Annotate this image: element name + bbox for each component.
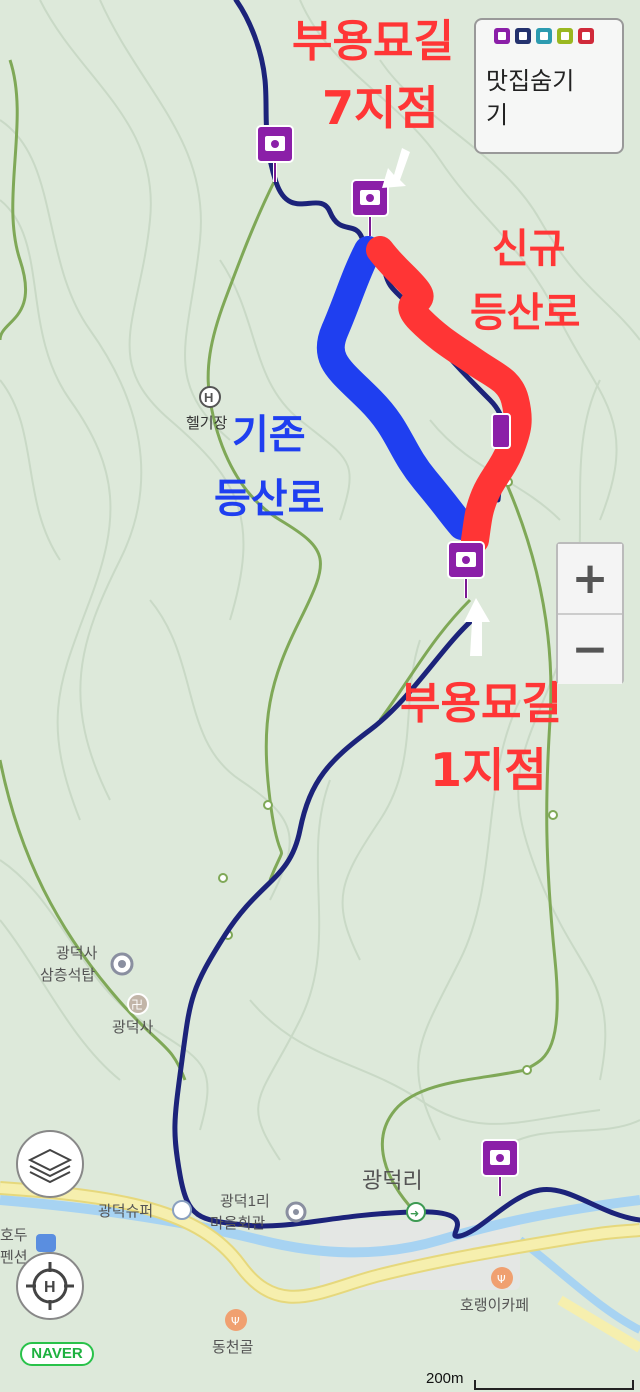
heliport-label: 헬기장 (186, 415, 228, 432)
crosshair-icon: H (26, 1262, 74, 1310)
trail-map[interactable]: 부용묘길 7지점 신규 등산로 부용묘길 1지점 기존 등산로 H 헬기장 광덕… (0, 0, 640, 1392)
legend-video-icon (515, 28, 531, 44)
map-legend: 맛집숨기 기 (474, 18, 624, 154)
naver-logo: NAVER (20, 1342, 94, 1366)
legend-note-icon (557, 28, 573, 44)
point7-label-line2: 7지점 (322, 81, 439, 135)
camera-marker-mid[interactable] (491, 413, 511, 449)
svg-text:H: H (204, 390, 213, 405)
legend-camera-icon (494, 28, 510, 44)
village-label: 광덕리 (362, 1168, 423, 1193)
bus-stop-poi[interactable]: ➜ (406, 1202, 426, 1222)
scale-label: 200m (426, 1370, 464, 1387)
layers-button[interactable] (16, 1130, 84, 1198)
legend-icon-row (494, 28, 594, 44)
old-trail-label-line2: 등산로 (214, 476, 324, 522)
svg-text:H: H (44, 1279, 56, 1296)
svg-text:Ψ: Ψ (497, 1273, 506, 1286)
pagoda-label-line1: 광덕사 (56, 945, 98, 962)
cafe-label: 호랭이카페 (460, 1297, 529, 1314)
svg-text:Ψ: Ψ (231, 1315, 240, 1328)
my-location-button[interactable]: H (16, 1252, 84, 1320)
layers-icon (27, 1148, 73, 1184)
legend-text: 맛집숨기 기 (486, 64, 616, 132)
zoom-out-button[interactable]: − (558, 615, 622, 684)
legend-text-line1: 맛집숨기 (486, 67, 575, 95)
hall-label-line2: 마을회관 (210, 1215, 265, 1232)
point1-label-line1: 부용묘길 (400, 678, 562, 729)
pension-label-line1: 호두 (0, 1227, 28, 1244)
legend-flag-icon (578, 28, 594, 44)
hall-label-line1: 광덕1리 (220, 1193, 270, 1210)
legend-text-line2: 기 (486, 101, 509, 129)
zoom-in-button[interactable]: + (558, 544, 622, 613)
pagoda-label-line2: 삼층석탑 (40, 967, 95, 984)
old-trail-label-line1: 기존 (232, 412, 306, 458)
new-trail-label-line2: 등산로 (470, 290, 580, 336)
scale-bar (474, 1380, 634, 1390)
svg-text:卍: 卍 (131, 998, 143, 1012)
store-poi[interactable]: 광덕슈퍼 (98, 1200, 192, 1220)
svg-text:➜: ➜ (410, 1207, 419, 1220)
temple-label: 광덕사 (112, 1019, 154, 1036)
restaurant-label: 동천골 (212, 1339, 253, 1356)
store-label: 광덕슈퍼 (98, 1203, 153, 1220)
zoom-control: + − (556, 542, 624, 684)
legend-brush-icon (536, 28, 552, 44)
new-trail-label-line1: 신규 (492, 226, 566, 272)
point1-label-line2: 1지점 (430, 743, 547, 797)
point7-label-line1: 부용묘길 (292, 16, 454, 67)
